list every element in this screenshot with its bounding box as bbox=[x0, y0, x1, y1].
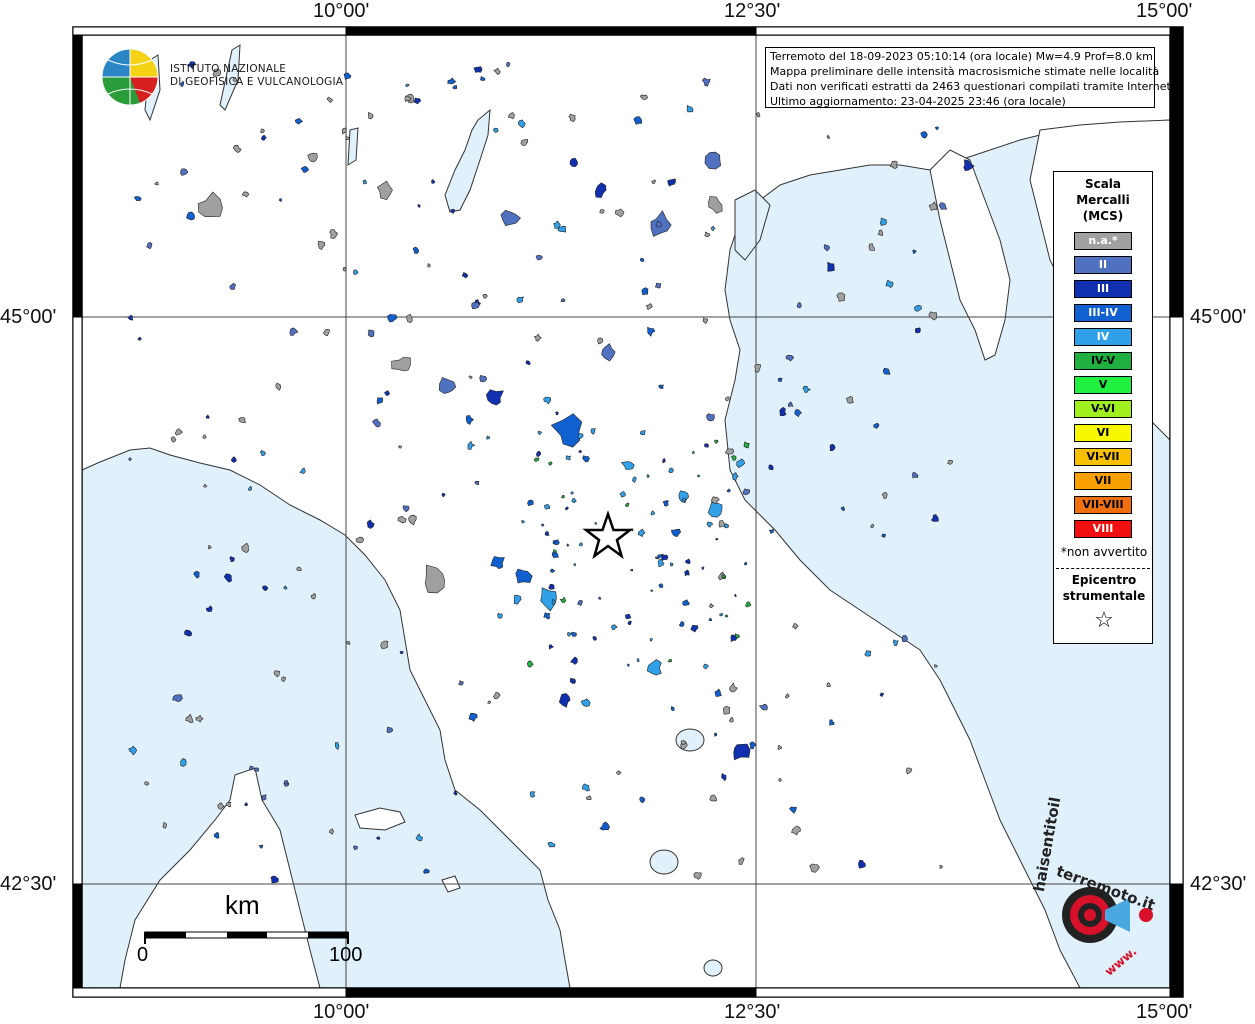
coord-top-2: 12°30' bbox=[724, 0, 781, 22]
legend-note: *non avvertito bbox=[1060, 545, 1148, 559]
area-small bbox=[399, 650, 404, 655]
lake-bolsena bbox=[649, 849, 679, 875]
legend-item-vvi: V-VI bbox=[1074, 400, 1132, 418]
info-line-2: Mappa preliminare delle intensità macros… bbox=[770, 65, 1160, 78]
ingv-line-2: DI GEOFISICA E VULCANOLOGIA bbox=[170, 76, 344, 88]
area-small bbox=[704, 443, 709, 448]
area-small bbox=[520, 520, 525, 524]
legend-item-vivii: VI-VII bbox=[1074, 448, 1132, 466]
area-small bbox=[655, 556, 658, 560]
area-small bbox=[654, 282, 662, 289]
legend-epicenter-line-2: strumentale bbox=[1062, 589, 1146, 603]
area-small bbox=[544, 504, 551, 510]
area-small bbox=[376, 836, 381, 840]
legend-item-iv: IV bbox=[1074, 328, 1132, 346]
area-small bbox=[669, 562, 674, 567]
area-small bbox=[668, 467, 674, 474]
area-small bbox=[719, 612, 724, 617]
legend-item-vii: VII bbox=[1074, 472, 1132, 490]
area-small bbox=[933, 664, 938, 668]
area-ii bbox=[704, 151, 722, 170]
coord-bottom-3: 15°00' bbox=[1136, 1001, 1193, 1023]
coord-left-2: 42°30' bbox=[0, 873, 57, 895]
area-small bbox=[670, 706, 675, 712]
coord-right-1: 45°00' bbox=[1190, 306, 1247, 328]
area-small bbox=[283, 779, 289, 785]
legend-item-viiviii: VII-VIII bbox=[1074, 496, 1132, 514]
area-small bbox=[578, 449, 582, 454]
area-small bbox=[527, 499, 534, 507]
lake-bracciano bbox=[703, 959, 723, 977]
area-small bbox=[555, 411, 559, 416]
area-small bbox=[599, 209, 605, 214]
area-small bbox=[367, 329, 375, 338]
legend-item-viii: VIII bbox=[1074, 520, 1132, 538]
legend-separator bbox=[1056, 568, 1150, 569]
area-small bbox=[914, 327, 921, 334]
legend-item-v: V bbox=[1074, 376, 1132, 394]
area-small bbox=[423, 868, 430, 874]
legend-item-iiiiv: III-IV bbox=[1074, 304, 1132, 322]
scale-start: 0 bbox=[137, 944, 149, 966]
scale-unit: km bbox=[225, 890, 260, 920]
area-small bbox=[261, 794, 267, 801]
area-small bbox=[777, 377, 783, 383]
ingv-line-1: ISTITUTO NAZIONALE bbox=[170, 63, 287, 75]
intensity-legend: Scala Mercalli (MCS) n.a.* II III III-IV IV I… bbox=[1053, 171, 1153, 644]
lake-trasimeno bbox=[675, 728, 705, 752]
area-small bbox=[713, 732, 718, 737]
area-small bbox=[352, 845, 358, 851]
legend-item-ii: II bbox=[1074, 256, 1132, 274]
lake-iseo bbox=[347, 127, 359, 166]
area-small bbox=[768, 464, 774, 471]
legend-item-iii: III bbox=[1074, 280, 1132, 298]
area-small bbox=[260, 128, 265, 134]
coord-right-2: 42°30' bbox=[1190, 873, 1247, 895]
area-small bbox=[723, 523, 729, 529]
coord-bottom-1: 10°00' bbox=[313, 1001, 370, 1023]
info-line-4: Ultimo aggiornamento: 23-04-2025 23:46 (… bbox=[770, 95, 1066, 108]
legend-title: Scala Mercalli (MCS) bbox=[1054, 176, 1152, 224]
legend-title-line-2: Mercalli bbox=[1076, 193, 1130, 207]
area-small bbox=[681, 498, 686, 502]
coord-left-1: 45°00' bbox=[0, 306, 57, 328]
legend-title-line-1: Scala bbox=[1084, 177, 1122, 191]
area-small bbox=[565, 455, 572, 461]
legend-title-line-3: (MCS) bbox=[1082, 209, 1124, 223]
coord-top-3: 15°00' bbox=[1136, 0, 1193, 22]
ingv-logo-text: ISTITUTO NAZIONALE DI GEOFISICA E VULCAN… bbox=[170, 63, 343, 89]
area-small bbox=[901, 634, 908, 643]
area-small bbox=[625, 613, 632, 620]
area-small bbox=[473, 66, 483, 73]
area-small bbox=[497, 612, 503, 619]
area-small bbox=[570, 491, 574, 495]
area-small bbox=[827, 261, 835, 272]
area-small bbox=[722, 705, 731, 715]
area-small bbox=[724, 614, 729, 618]
area-small bbox=[487, 700, 492, 705]
ingv-globe-icon bbox=[101, 48, 159, 106]
area-small bbox=[573, 563, 577, 567]
area-small bbox=[529, 791, 536, 798]
coord-top-1: 10°00' bbox=[313, 0, 370, 22]
info-line-3: Dati non verificati estratti da 2463 que… bbox=[770, 80, 1175, 93]
legend-item-vi: VI bbox=[1074, 424, 1132, 442]
area-small bbox=[661, 553, 669, 561]
legend-star-icon: ☆ bbox=[1094, 608, 1114, 633]
legend-item-ivv: IV-V bbox=[1074, 352, 1132, 370]
info-line-1: Terremoto del 18-09-2023 05:10:14 (ora l… bbox=[770, 50, 1153, 63]
area-small bbox=[486, 435, 491, 440]
event-info-box: Terremoto del 18-09-2023 05:10:14 (ora l… bbox=[765, 47, 1175, 108]
area-small bbox=[248, 765, 254, 771]
coord-bottom-2: 12°30' bbox=[724, 1001, 781, 1023]
legend-item-na: n.a.* bbox=[1074, 232, 1132, 250]
scale-end: 100 bbox=[329, 944, 363, 966]
legend-epicenter-line-1: Epicentro bbox=[1071, 573, 1137, 587]
area-small bbox=[630, 569, 634, 572]
